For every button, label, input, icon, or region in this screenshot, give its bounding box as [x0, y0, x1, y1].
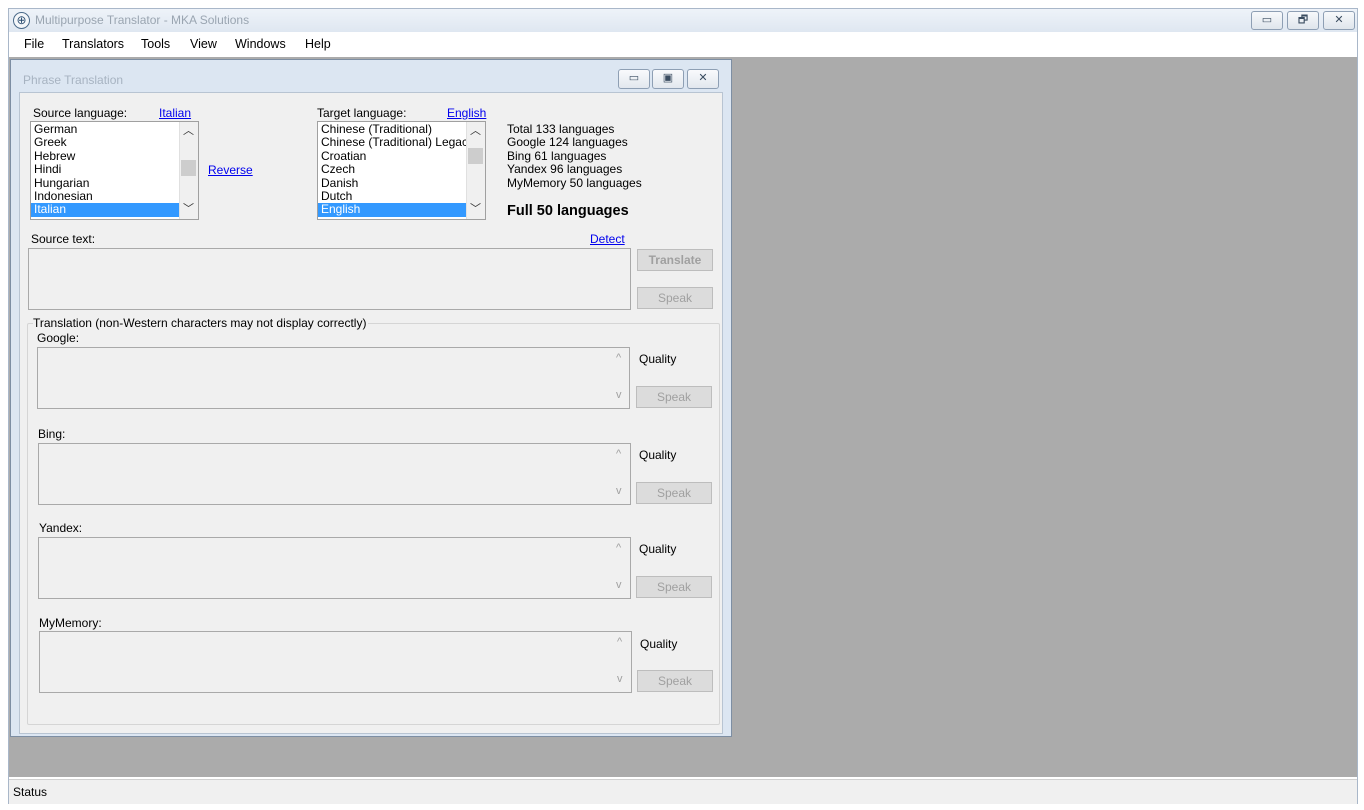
minimize-button[interactable]: ▭ [1251, 11, 1283, 30]
status-text: Status [13, 785, 48, 799]
scroll-down-icon[interactable]: v [616, 485, 622, 497]
menu-windows[interactable]: Windows [235, 37, 286, 51]
scroll-up-icon[interactable]: ^ [616, 542, 621, 554]
scroll-down-icon[interactable]: ﹀ [180, 201, 197, 218]
minimize-icon: ▭ [628, 72, 640, 84]
mymemory-speak-button[interactable]: Speak [637, 670, 713, 692]
yandex-output[interactable] [38, 537, 631, 599]
mymemory-label: MyMemory: [39, 616, 102, 630]
close-icon: ✕ [1334, 14, 1344, 26]
scroll-down-icon[interactable]: ﹀ [467, 201, 484, 218]
minimize-icon: ▭ [1261, 14, 1273, 26]
target-language-label: Target language: [317, 106, 407, 120]
target-list-item[interactable]: Chinese (Traditional) [318, 122, 466, 136]
title-bar[interactable]: ⊕ Multipurpose Translator - MKA Solution… [9, 9, 1357, 32]
menu-translators[interactable]: Translators [62, 37, 124, 51]
scroll-up-icon[interactable]: ︿ [467, 123, 484, 140]
menu-tools[interactable]: Tools [141, 37, 170, 51]
scroll-thumb[interactable] [181, 160, 196, 176]
source-list-item[interactable]: German [31, 122, 179, 136]
target-list-item[interactable]: Dutch [318, 189, 466, 203]
app-globe-icon[interactable]: ⊕ [13, 12, 30, 29]
translate-button[interactable]: Translate [637, 249, 713, 271]
scroll-down-icon[interactable]: v [617, 673, 623, 685]
bing-quality-label: Quality [639, 448, 677, 462]
yandex-quality-label: Quality [639, 542, 677, 556]
source-language-list[interactable]: German Greek Hebrew Hindi Hungarian Indonesia… [30, 121, 199, 220]
translation-group-label: Translation (non-Western characters may … [33, 316, 369, 330]
menu-bar: File Translators Tools View Windows Help [9, 32, 1357, 57]
child-window-title: Phrase Translation [23, 73, 124, 87]
scroll-down-icon[interactable]: v [616, 579, 622, 591]
restore-button[interactable]: 🗗 [1287, 11, 1319, 30]
source-list-item[interactable]: Italian [31, 202, 179, 217]
language-stats: Total 133 languages Google 124 languages… [507, 122, 642, 190]
bing-speak-button[interactable]: Speak [636, 482, 712, 504]
stats-total: Total 133 languages [507, 122, 615, 136]
source-text-input[interactable] [28, 248, 631, 310]
source-language-label: Source language: [33, 106, 128, 120]
child-close-button[interactable]: ✕ [687, 69, 719, 89]
menu-file[interactable]: File [24, 37, 44, 51]
mymemory-output[interactable] [39, 631, 632, 693]
source-list-item[interactable]: Indonesian [31, 189, 179, 203]
bing-output[interactable] [38, 443, 631, 505]
window-title: Multipurpose Translator - MKA Solutions [35, 13, 250, 27]
target-list-scrollbar[interactable]: ︿ ﹀ [466, 122, 485, 219]
bing-label: Bing: [38, 427, 66, 441]
menu-view[interactable]: View [190, 37, 217, 51]
mymemory-quality-label: Quality [640, 637, 678, 651]
target-language-link[interactable]: English [447, 106, 486, 120]
target-list-item[interactable]: Danish [318, 176, 466, 190]
reverse-link[interactable]: Reverse [208, 163, 253, 177]
close-button[interactable]: ✕ [1323, 11, 1355, 30]
child-minimize-button[interactable]: ▭ [618, 69, 650, 89]
scroll-up-icon[interactable]: ^ [616, 448, 621, 460]
close-icon: ✕ [698, 72, 708, 84]
phrase-translation-window: Phrase Translation ▭ ▣ ✕ Source language… [10, 59, 732, 737]
scroll-up-icon[interactable]: ^ [617, 636, 622, 648]
source-list-item[interactable]: Hebrew [31, 149, 179, 163]
scroll-down-icon[interactable]: v [616, 389, 622, 401]
google-speak-button[interactable]: Speak [636, 386, 712, 408]
yandex-speak-button[interactable]: Speak [636, 576, 712, 598]
stats-full: Full 50 languages [507, 203, 629, 219]
target-language-list[interactable]: Chinese (Traditional) Chinese (Traditiona… [317, 121, 486, 220]
target-list-item[interactable]: English [318, 202, 466, 217]
stats-google: Google 124 languages [507, 135, 628, 150]
target-list-item[interactable]: Czech [318, 162, 466, 176]
child-maximize-button[interactable]: ▣ [652, 69, 684, 89]
google-quality-label: Quality [639, 352, 677, 366]
phrase-translation-panel: Source language: Italian German Greek Hebr… [19, 92, 723, 734]
detect-link[interactable]: Detect [590, 232, 625, 246]
scroll-thumb[interactable] [468, 148, 483, 164]
restore-icon: 🗗 [1297, 14, 1309, 26]
status-bar: Status [9, 779, 1357, 804]
source-speak-button[interactable]: Speak [637, 287, 713, 309]
source-list-item[interactable]: Hindi [31, 162, 179, 176]
stats-yandex: Yandex 96 languages [507, 162, 623, 177]
maximize-icon: ▣ [662, 72, 674, 84]
source-list-item[interactable]: Hungarian [31, 176, 179, 190]
yandex-label: Yandex: [39, 521, 83, 535]
source-list-scrollbar[interactable]: ︿ ﹀ [179, 122, 198, 219]
scroll-up-icon[interactable]: ^ [616, 352, 621, 364]
target-list-item[interactable]: Chinese (Traditional) Legacy [318, 135, 474, 149]
source-text-label: Source text: [31, 232, 96, 246]
google-label: Google: [37, 331, 80, 345]
target-list-item[interactable]: Croatian [318, 149, 466, 163]
menu-help[interactable]: Help [305, 37, 331, 51]
scroll-up-icon[interactable]: ︿ [180, 123, 197, 140]
source-list-item[interactable]: Greek [31, 135, 179, 149]
stats-bing: Bing 61 languages [507, 148, 607, 163]
google-output[interactable] [37, 347, 630, 409]
stats-mymemory: MyMemory 50 languages [507, 175, 642, 190]
source-language-link[interactable]: Italian [159, 106, 191, 120]
